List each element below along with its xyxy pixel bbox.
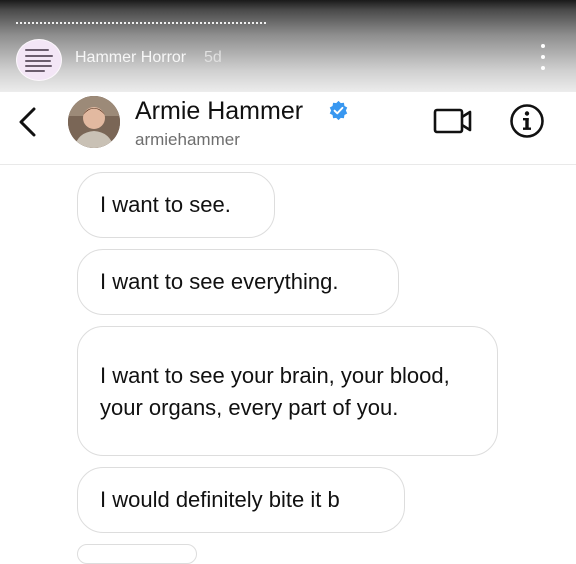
story-progress-bar <box>16 22 266 24</box>
more-options-icon[interactable] <box>535 44 551 70</box>
chat-header: Armie Hammer armiehammer <box>0 92 576 165</box>
back-icon[interactable] <box>14 104 44 140</box>
message-text: I want to see your brain, your blood, yo… <box>100 363 450 420</box>
video-call-icon[interactable] <box>432 106 474 136</box>
message-text: I would definitely bite it b <box>100 487 340 512</box>
story-age: 5d <box>204 49 222 66</box>
message-text: I want to see everything. <box>100 269 339 294</box>
message-bubble[interactable]: I want to see. <box>77 172 275 238</box>
message-bubble[interactable]: I want to see everything. <box>77 249 399 315</box>
story-header: Hammer Horror 5d <box>0 0 576 92</box>
message-bubble[interactable]: I would definitely bite it b <box>77 467 405 533</box>
story-title[interactable]: Hammer Horror <box>75 49 186 67</box>
info-icon[interactable] <box>509 103 545 139</box>
contact-handle: armiehammer <box>135 130 240 149</box>
story-avatar[interactable] <box>16 39 62 81</box>
contact-name: Armie Hammer <box>135 97 304 125</box>
verified-badge-icon <box>328 100 349 121</box>
message-text: I want to see. <box>100 192 231 217</box>
avatar[interactable] <box>68 96 120 148</box>
message-bubble-partial[interactable] <box>77 544 197 564</box>
message-bubble[interactable]: I want to see your brain, your blood, yo… <box>77 326 498 456</box>
